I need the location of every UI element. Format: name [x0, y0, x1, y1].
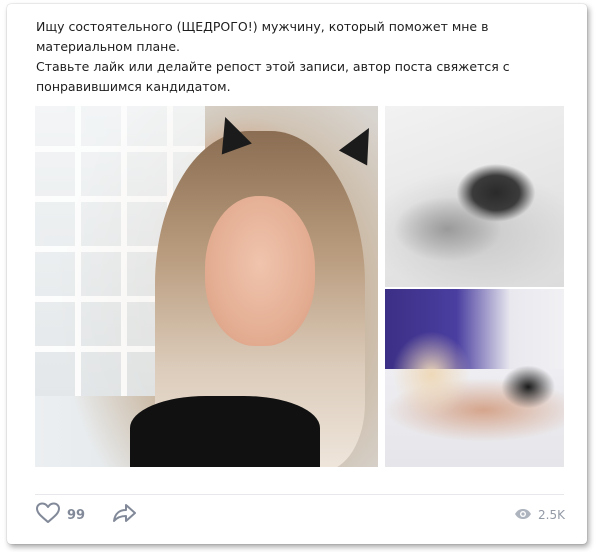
- eye-icon: [514, 508, 532, 523]
- like-count: 99: [67, 507, 86, 523]
- post-text-line-1: Ищу состоятельного (ЩЕДРОГО!) мужчину, к…: [36, 19, 489, 54]
- divider: [35, 494, 564, 495]
- heart-icon: [35, 502, 61, 528]
- photo-face: [205, 196, 315, 346]
- post-actions: 99: [35, 501, 137, 529]
- post-card: Ищу состоятельного (ЩЕДРОГО!) мужчину, к…: [7, 4, 587, 544]
- photo-clothing: [130, 396, 320, 467]
- post-text: Ищу состоятельного (ЩЕДРОГО!) мужчину, к…: [36, 17, 566, 97]
- views-count: 2.5K: [538, 508, 565, 522]
- share-arrow-icon: [111, 502, 137, 528]
- photo-top-right[interactable]: [385, 106, 564, 287]
- post-text-line-2: Ставьте лайк или делайте репост этой зап…: [36, 59, 510, 94]
- like-button[interactable]: 99: [35, 502, 85, 528]
- cat-ear-right: [338, 120, 378, 166]
- views-counter: 2.5K: [514, 501, 565, 529]
- photo-main[interactable]: [35, 106, 378, 467]
- photo-bottom-right[interactable]: [385, 289, 564, 467]
- share-button[interactable]: [111, 502, 137, 528]
